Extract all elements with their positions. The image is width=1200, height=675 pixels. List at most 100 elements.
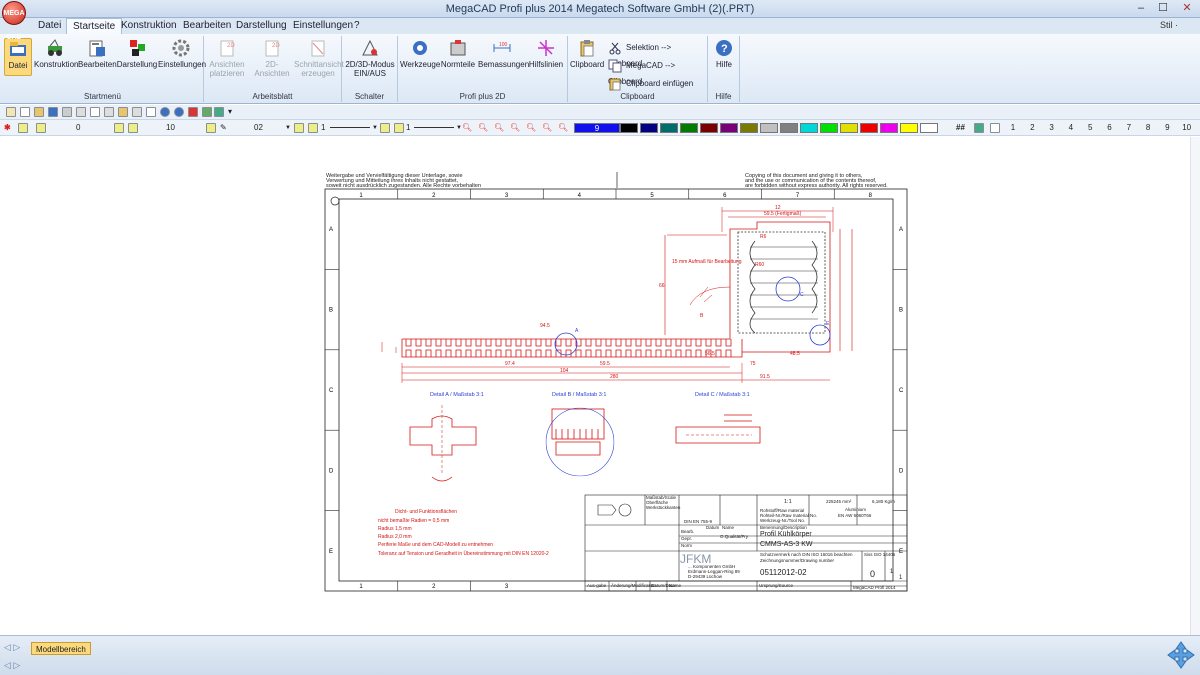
color-swatch[interactable] <box>780 123 798 133</box>
close-button[interactable]: ✕ <box>1176 0 1198 16</box>
zoom-next-icon[interactable]: 🔍︎ <box>542 122 552 134</box>
color-swatch[interactable] <box>880 123 898 133</box>
pen-number-button[interactable]: 3 <box>1043 122 1061 134</box>
color-swatch[interactable] <box>720 123 738 133</box>
page-icon[interactable] <box>146 107 156 117</box>
color-swatch[interactable]: 9 <box>574 123 620 133</box>
delete-icon[interactable] <box>188 107 198 117</box>
lock2-icon[interactable] <box>114 123 124 133</box>
linestyle-field[interactable]: 1 <box>321 122 325 134</box>
cut-small-icon[interactable] <box>104 107 114 117</box>
megacad-to-clipboard-button[interactable]: MegaCAD --> Clipboard <box>608 58 707 86</box>
pen-dropdown-icon[interactable]: ▼ <box>285 122 291 134</box>
point-icon[interactable] <box>18 123 28 133</box>
tab-darstellung[interactable]: Darstellung <box>230 18 293 34</box>
color-swatch[interactable] <box>800 123 818 133</box>
pen-number-button[interactable]: 9 <box>1158 122 1176 134</box>
group-icon[interactable] <box>128 123 138 133</box>
drawing-canvas[interactable]: Weitergabe und Vervielfältigung dieser U… <box>0 137 1190 635</box>
snap-icon[interactable]: ✱ <box>4 122 11 134</box>
open-folder-icon[interactable] <box>34 107 44 117</box>
maximize-button[interactable]: ☐ <box>1152 0 1174 16</box>
linestyle-dropdown-icon[interactable]: ▼ <box>372 122 378 134</box>
2d-ansichten-button[interactable]: 2D 2D-Ansichten <box>250 38 294 78</box>
sheet-nav-arrows[interactable]: ◁ ▷ <box>4 642 20 653</box>
color-swatch[interactable] <box>900 123 918 133</box>
properties-icon[interactable] <box>132 107 142 117</box>
layer-field[interactable]: 0 <box>76 122 80 134</box>
pen-number-button[interactable]: 5 <box>1081 122 1099 134</box>
tab-datei[interactable]: Datei <box>32 18 67 34</box>
pen-number-button[interactable]: 8 <box>1139 122 1157 134</box>
tab-help[interactable]: ? <box>348 18 366 34</box>
selection-to-clipboard-button[interactable]: Selektion --> Clipboard <box>608 40 707 68</box>
tab-modellbereich[interactable]: Modellbereich <box>31 642 91 655</box>
preview-icon[interactable] <box>76 107 86 117</box>
linewidth-field[interactable]: 1 <box>406 122 410 134</box>
pen-number-button[interactable]: 10 <box>1178 122 1196 134</box>
pen-number-button[interactable]: 6 <box>1101 122 1119 134</box>
zoom-in-icon[interactable]: 🔍︎ <box>478 122 488 134</box>
width-lock-icon[interactable] <box>380 123 390 133</box>
color-swatch[interactable] <box>740 123 758 133</box>
linestyle-icon[interactable] <box>308 123 318 133</box>
hilfe-button[interactable]: ? Hilfe <box>710 38 738 69</box>
linestyle-lock-icon[interactable] <box>294 123 304 133</box>
copy-small-icon[interactable] <box>90 107 100 117</box>
undo-icon[interactable] <box>160 107 170 117</box>
pen-icon[interactable]: ✎ <box>220 122 227 134</box>
lock-icon[interactable] <box>36 123 46 133</box>
pen-number-button[interactable]: 7 <box>1120 122 1138 134</box>
konstruktion-button[interactable]: Konstruktion <box>34 38 78 69</box>
bemassungen-button[interactable]: 100 Bemassungen <box>478 38 529 69</box>
lock3-icon[interactable] <box>206 123 216 133</box>
tab-konstruktion[interactable]: Konstruktion <box>115 18 183 34</box>
navigation-cross-icon[interactable] <box>1166 640 1196 670</box>
ansichten-platzieren-button[interactable]: 2D Ansichten platzieren <box>206 38 248 78</box>
tab-startseite[interactable]: Startseite <box>66 18 123 34</box>
color-swatch[interactable] <box>660 123 678 133</box>
redo-icon[interactable] <box>174 107 184 117</box>
customize-qat-icon[interactable]: ▾ <box>228 107 238 117</box>
minimize-button[interactable]: – <box>1130 0 1152 16</box>
paste-small-icon[interactable] <box>118 107 128 117</box>
color-swatch[interactable] <box>840 123 858 133</box>
pen-number-button[interactable]: 1 <box>1004 122 1022 134</box>
2d-3d-mode-button[interactable]: 2D/3D-Modus EIN/AUS <box>344 38 396 78</box>
darstellung-button[interactable]: Darstellung <box>116 38 158 69</box>
zoom-prev-icon[interactable]: 🔍︎ <box>526 122 536 134</box>
new-file-icon[interactable] <box>6 107 16 117</box>
tab-bearbeiten[interactable]: Bearbeiten <box>177 18 237 34</box>
save-icon[interactable] <box>48 107 58 117</box>
print-icon[interactable] <box>62 107 72 117</box>
zoom-out-icon[interactable]: 🔍︎ <box>462 122 472 134</box>
hilfslinien-button[interactable]: Hilfslinien <box>526 38 566 69</box>
normteile-button[interactable]: Normteile <box>440 38 476 69</box>
vertical-scrollbar[interactable] <box>1190 137 1200 635</box>
color-swatch[interactable] <box>860 123 878 133</box>
render-icon[interactable] <box>214 107 224 117</box>
color-swatch[interactable] <box>620 123 638 133</box>
einstellungen-button[interactable]: Einstellungen <box>158 38 206 69</box>
bearbeiten-button[interactable]: Bearbeiten <box>78 38 117 69</box>
color-swatch[interactable] <box>760 123 778 133</box>
color-swatch[interactable] <box>820 123 838 133</box>
clipboard-button[interactable]: Clipboard <box>570 38 604 69</box>
schnittansicht-button[interactable]: Schnittansicht erzeugen <box>294 38 344 78</box>
color-swatch[interactable] <box>640 123 658 133</box>
layer-icon[interactable] <box>202 107 212 117</box>
paste-clipboard-button[interactable]: Clipboard einfügen <box>608 76 693 92</box>
pen-number-button[interactable]: 2 <box>1023 122 1041 134</box>
sheet-nav-arrows-2[interactable]: ◁ ▷ <box>4 660 20 671</box>
pen-number-button[interactable]: 4 <box>1062 122 1080 134</box>
fill-icon[interactable] <box>974 123 984 133</box>
pen-field[interactable]: 02 <box>254 122 263 134</box>
group-field[interactable]: 10 <box>166 122 175 134</box>
color-swatch[interactable] <box>920 123 938 133</box>
width-icon[interactable] <box>394 123 404 133</box>
style-menu[interactable]: Stil · <box>1160 20 1178 30</box>
grid-icon[interactable]: ## <box>956 122 965 134</box>
werkzeuge-button[interactable]: Werkzeuge <box>400 38 440 69</box>
color-swatch[interactable] <box>700 123 718 133</box>
hatch-icon[interactable] <box>990 123 1000 133</box>
